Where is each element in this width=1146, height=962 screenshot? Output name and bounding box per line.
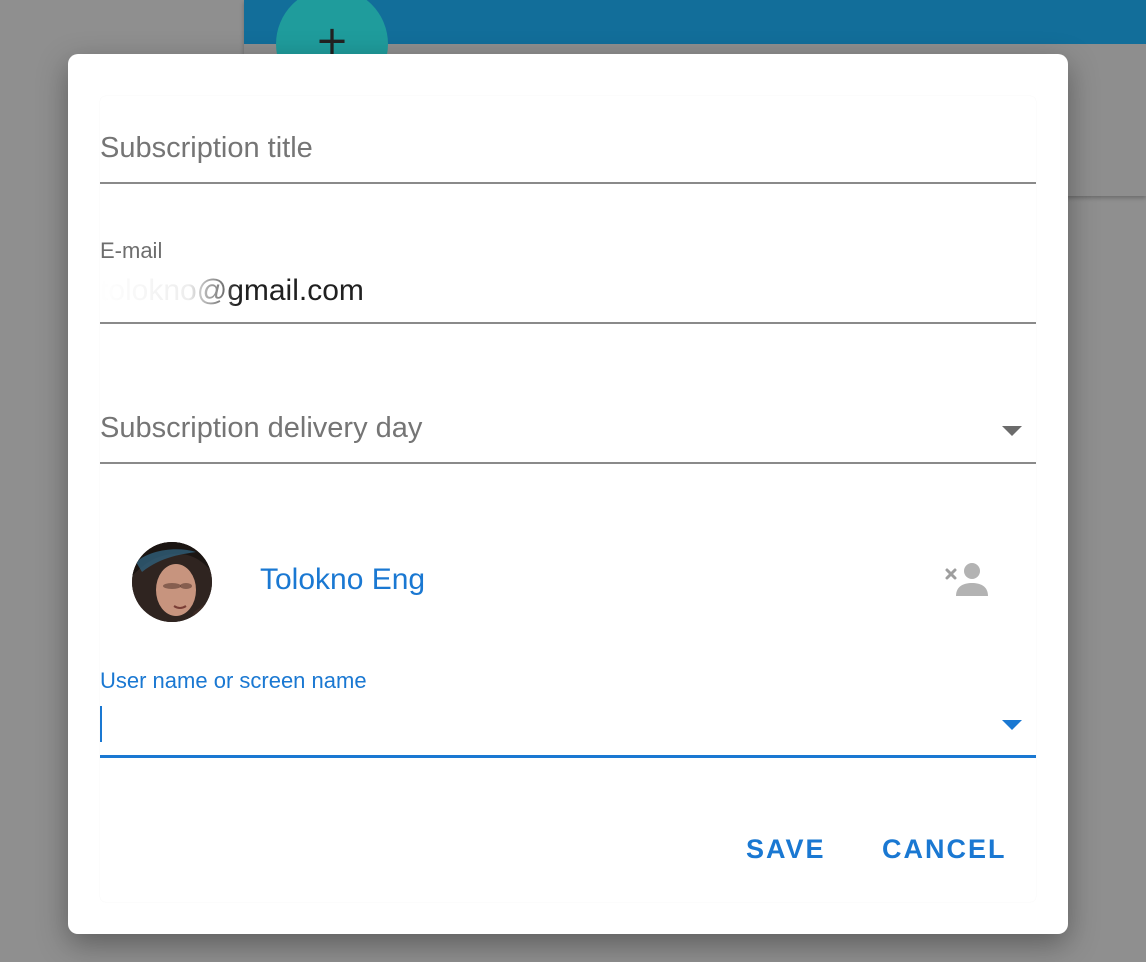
- save-button[interactable]: SAVE: [746, 834, 826, 865]
- email-field[interactable]: E-mail tolokno@gmail.com: [100, 236, 1036, 324]
- user-photo-icon: [132, 542, 212, 622]
- subscription-title-placeholder: Subscription title: [100, 132, 313, 164]
- remove-user-icon[interactable]: [944, 562, 992, 604]
- user-search-dropdown-icon[interactable]: [1002, 720, 1022, 730]
- cancel-button[interactable]: CANCEL: [882, 834, 1007, 865]
- subscription-dialog: Subscription title E-mail tolokno@gmail.…: [68, 54, 1068, 934]
- plus-icon: +: [315, 18, 349, 64]
- email-label: E-mail: [100, 238, 163, 263]
- subscription-title-underline: [100, 182, 1036, 184]
- selected-user-row: Tolokno Eng: [100, 542, 1036, 622]
- user-avatar: [132, 542, 212, 622]
- user-search-label: User name or screen name: [100, 668, 367, 693]
- text-cursor: [100, 706, 102, 742]
- user-search-field[interactable]: User name or screen name: [100, 668, 1036, 758]
- delivery-day-select[interactable]: Subscription delivery day: [100, 376, 1036, 464]
- user-search-underline: [100, 755, 1036, 758]
- email-underline: [100, 322, 1036, 324]
- delivery-day-placeholder: Subscription delivery day: [100, 412, 423, 444]
- selected-user-name[interactable]: Tolokno Eng: [260, 563, 425, 597]
- delivery-day-dropdown-icon[interactable]: [1002, 426, 1022, 436]
- dialog-content: Subscription title E-mail tolokno@gmail.…: [100, 96, 1036, 902]
- email-redaction: [100, 272, 236, 308]
- subscription-title-field[interactable]: Subscription title: [100, 96, 1036, 184]
- delivery-day-underline: [100, 462, 1036, 464]
